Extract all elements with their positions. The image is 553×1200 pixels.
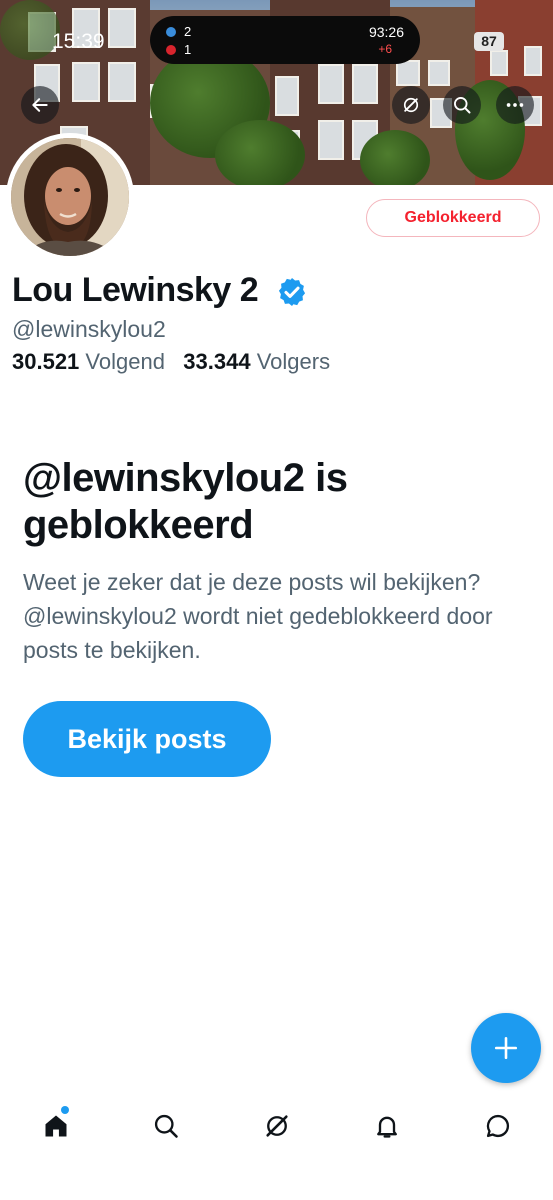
followers-label: Volgers	[256, 349, 331, 374]
display-name: Lou Lewinsky 2	[12, 271, 259, 309]
away-score: 1	[184, 42, 192, 57]
compose-button[interactable]	[471, 1013, 541, 1083]
blocked-notice-body: Weet je zeker dat je deze posts wil beki…	[23, 569, 493, 663]
more-horizontal-icon	[506, 103, 524, 107]
more-button[interactable]	[496, 86, 534, 124]
home-team-crest-icon	[166, 26, 176, 37]
home-notification-dot	[61, 1106, 69, 1114]
grok-icon	[403, 97, 419, 113]
view-posts-button[interactable]: Bekijk posts	[23, 701, 271, 777]
profile-handle: @lewinskylou2	[12, 316, 166, 342]
away-team-crest-icon	[166, 44, 176, 55]
nav-grok[interactable]	[257, 1106, 297, 1146]
verified-badge-icon	[278, 278, 306, 306]
followers-count: 33.344	[183, 349, 251, 374]
nav-search[interactable]	[146, 1106, 186, 1146]
live-score-widget[interactable]: 2 1 93:26 +6	[150, 16, 420, 64]
arrow-left-icon	[32, 98, 48, 112]
search-button[interactable]	[443, 86, 481, 124]
follow-counts: 30.521 Volgend 33.344 Volgers	[12, 349, 330, 375]
back-button[interactable]	[21, 86, 59, 124]
blocked-notice-title: @lewinskylou2 is geblokkeerd	[23, 456, 348, 547]
following-label: Volgend	[85, 349, 165, 374]
added-time: +6	[378, 42, 392, 56]
search-icon	[154, 1114, 178, 1138]
avatar[interactable]	[11, 138, 129, 256]
grok-button[interactable]	[392, 86, 430, 124]
home-score: 2	[184, 24, 192, 39]
battery-indicator: 87	[474, 32, 504, 51]
plus-icon	[494, 1036, 518, 1060]
following-link[interactable]: 30.521 Volgend	[12, 349, 165, 374]
grok-icon	[266, 1115, 288, 1137]
messages-icon	[486, 1114, 510, 1138]
nav-home[interactable]	[36, 1106, 76, 1146]
status-time: 15:39	[52, 30, 105, 53]
search-icon	[454, 97, 471, 114]
nav-notifications[interactable]	[367, 1106, 407, 1146]
followers-link[interactable]: 33.344 Volgers	[183, 349, 330, 374]
notifications-icon	[377, 1116, 397, 1138]
following-count: 30.521	[12, 349, 80, 374]
nav-messages[interactable]	[478, 1106, 518, 1146]
blocked-button[interactable]: Geblokkeerd	[366, 199, 540, 237]
match-time: 93:26	[368, 24, 404, 40]
home-icon	[45, 1115, 67, 1137]
